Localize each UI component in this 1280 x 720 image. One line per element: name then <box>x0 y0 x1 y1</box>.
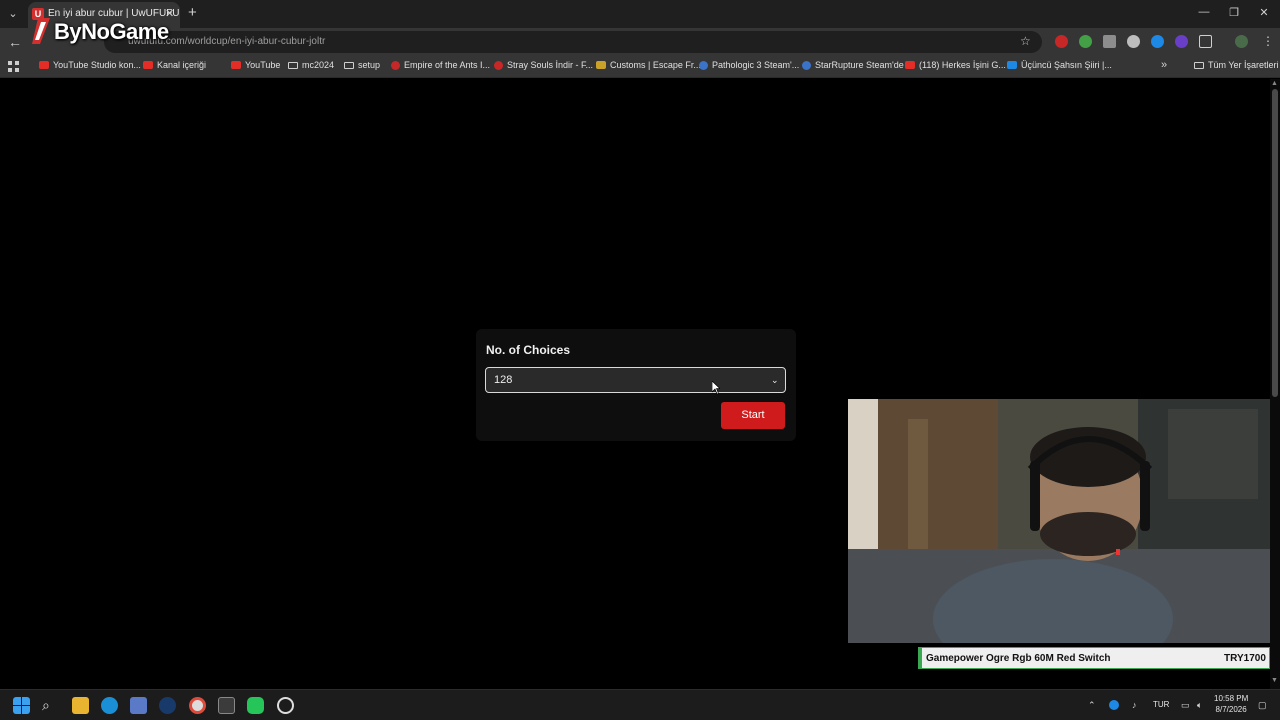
browser-toolbar: ← uwufufu.com/worldcup/en-iyi-abur-cubur… <box>0 28 1280 56</box>
site-icon <box>391 60 400 70</box>
search-icon[interactable]: ⌕ <box>42 697 59 714</box>
bookmark-item[interactable]: Kanal içeriği <box>143 60 206 70</box>
maximize-icon[interactable]: ❐ <box>1227 6 1241 19</box>
display-icon[interactable]: ▭ <box>1181 700 1190 711</box>
windows-start-icon[interactable] <box>13 697 30 714</box>
product-price: TRY1700 <box>1224 653 1266 664</box>
bookmark-item[interactable]: Empire of the Ants I... <box>391 60 490 70</box>
bookmark-item[interactable]: (118) Herkes İşini G... <box>905 60 1006 70</box>
extension-icon[interactable] <box>1175 35 1188 48</box>
edge-browser-icon[interactable] <box>101 697 118 714</box>
chrome-icon[interactable] <box>189 697 206 714</box>
bookmark-item[interactable]: Üçüncü Şahsın Şiiri |... <box>1007 60 1112 70</box>
address-bar[interactable]: uwufufu.com/worldcup/en-iyi-abur-cubur-j… <box>104 31 1042 53</box>
extensions-puzzle-icon[interactable] <box>1199 35 1212 48</box>
profile-avatar[interactable] <box>1235 35 1248 48</box>
choices-card: No. of Choices 128 ⌄ Start <box>476 329 796 441</box>
microphone-icon[interactable]: ♪ <box>1132 700 1137 710</box>
bookmark-star-icon[interactable]: ☆ <box>1020 34 1031 48</box>
minimize-icon[interactable]: — <box>1197 6 1211 18</box>
taskbar-clock[interactable]: 10:58 PM 8/7/2026 <box>1214 693 1248 715</box>
product-ticker: Gamepower Ogre Rgb 60M Red Switch TRY170… <box>918 647 1270 669</box>
steam-icon[interactable] <box>159 697 176 714</box>
store-icon[interactable] <box>130 697 147 714</box>
steam-icon <box>802 60 811 70</box>
tab-bar: ⌄ U En iyi abur cubur | UwUFUFU ✕ + — ❐ … <box>0 0 1280 28</box>
site-icon <box>1007 61 1017 69</box>
scrollbar[interactable]: ▲ ▼ <box>1270 79 1280 689</box>
youtube-icon <box>231 61 241 69</box>
file-explorer-icon[interactable] <box>72 697 89 714</box>
choices-select[interactable]: 128 ⌄ <box>485 367 786 393</box>
bookmark-folder[interactable]: setup <box>344 60 380 70</box>
tab-search-chevron-icon[interactable]: ⌄ <box>4 5 22 23</box>
scroll-down-icon[interactable]: ▼ <box>1271 677 1278 684</box>
scroll-up-icon[interactable]: ▲ <box>1271 80 1278 87</box>
webcam-overlay <box>848 399 1270 643</box>
folder-icon <box>288 61 298 69</box>
site-icon <box>494 60 503 70</box>
extension-shield-icon[interactable] <box>1079 35 1092 48</box>
bookmark-item[interactable]: StarRupture Steam'de <box>802 60 904 70</box>
chevron-down-icon: ⌄ <box>771 375 779 385</box>
tab-title: En iyi abur cubur | UwUFUFU <box>48 8 180 19</box>
folder-icon <box>344 61 354 69</box>
steam-icon <box>699 60 708 70</box>
new-tab-icon[interactable]: + <box>188 5 197 21</box>
streamer-webcam-image <box>848 399 1270 643</box>
volume-icon[interactable]: 🔈︎ <box>1197 700 1202 711</box>
app-icon[interactable] <box>277 697 294 714</box>
whatsapp-icon[interactable] <box>247 697 264 714</box>
calculator-icon[interactable] <box>218 697 235 714</box>
bookmark-folder[interactable]: mc2024 <box>288 60 334 70</box>
youtube-icon <box>39 61 49 69</box>
close-window-icon[interactable]: ✕ <box>1257 6 1271 19</box>
apps-grid-icon[interactable] <box>8 61 19 72</box>
clock-time: 10:58 PM <box>1214 694 1249 703</box>
bookmark-item[interactable]: YouTube <box>231 60 280 70</box>
bynogame-logo-icon <box>32 18 50 44</box>
windows-taskbar: ⌕ ⌃ ♪ TUR ▭ 🔈︎ 10:58 PM 8/7/2026 ▢ <box>0 689 1280 720</box>
browser-menu-icon[interactable]: ⋮ <box>1262 34 1274 48</box>
select-value: 128 <box>494 374 513 386</box>
clock-date: 8/7/2026 <box>1215 705 1247 714</box>
bookmark-item[interactable]: YouTube Studio kon... <box>39 60 141 70</box>
extension-play-icon[interactable] <box>1127 35 1140 48</box>
product-name: Gamepower Ogre Rgb 60M Red Switch <box>926 653 1111 664</box>
mouse-cursor-icon <box>712 381 720 395</box>
extension-icon[interactable] <box>1103 35 1116 48</box>
scrollbar-thumb[interactable] <box>1272 89 1278 397</box>
extension-icon[interactable] <box>1151 35 1164 48</box>
bookmarks-overflow-icon[interactable]: » <box>1161 59 1167 71</box>
bookmarks-bar: YouTube Studio kon... Kanal içeriği YouT… <box>0 56 1280 78</box>
site-icon <box>596 61 606 69</box>
youtube-icon <box>905 61 915 69</box>
bookmark-item[interactable]: Customs | Escape Fr... <box>596 60 701 70</box>
extension-icon[interactable] <box>1055 35 1068 48</box>
start-button[interactable]: Start <box>721 402 785 429</box>
tray-app-icon[interactable] <box>1109 700 1119 710</box>
bookmark-item[interactable]: Pathologic 3 Steam'... <box>699 60 799 70</box>
notification-icon[interactable]: ▢ <box>1258 700 1267 711</box>
folder-icon <box>1194 61 1204 69</box>
all-bookmarks-folder[interactable]: Tüm Yer İşaretleri <box>1194 60 1279 70</box>
choices-label: No. of Choices <box>486 343 571 357</box>
youtube-icon <box>143 61 153 69</box>
bookmark-item[interactable]: Stray Souls İndir - F... <box>494 60 593 70</box>
watermark-text: ByNoGame <box>54 19 169 44</box>
tray-overflow-icon[interactable]: ⌃ <box>1088 700 1096 711</box>
back-arrow-icon[interactable]: ← <box>8 34 22 50</box>
language-indicator[interactable]: TUR <box>1153 700 1169 709</box>
